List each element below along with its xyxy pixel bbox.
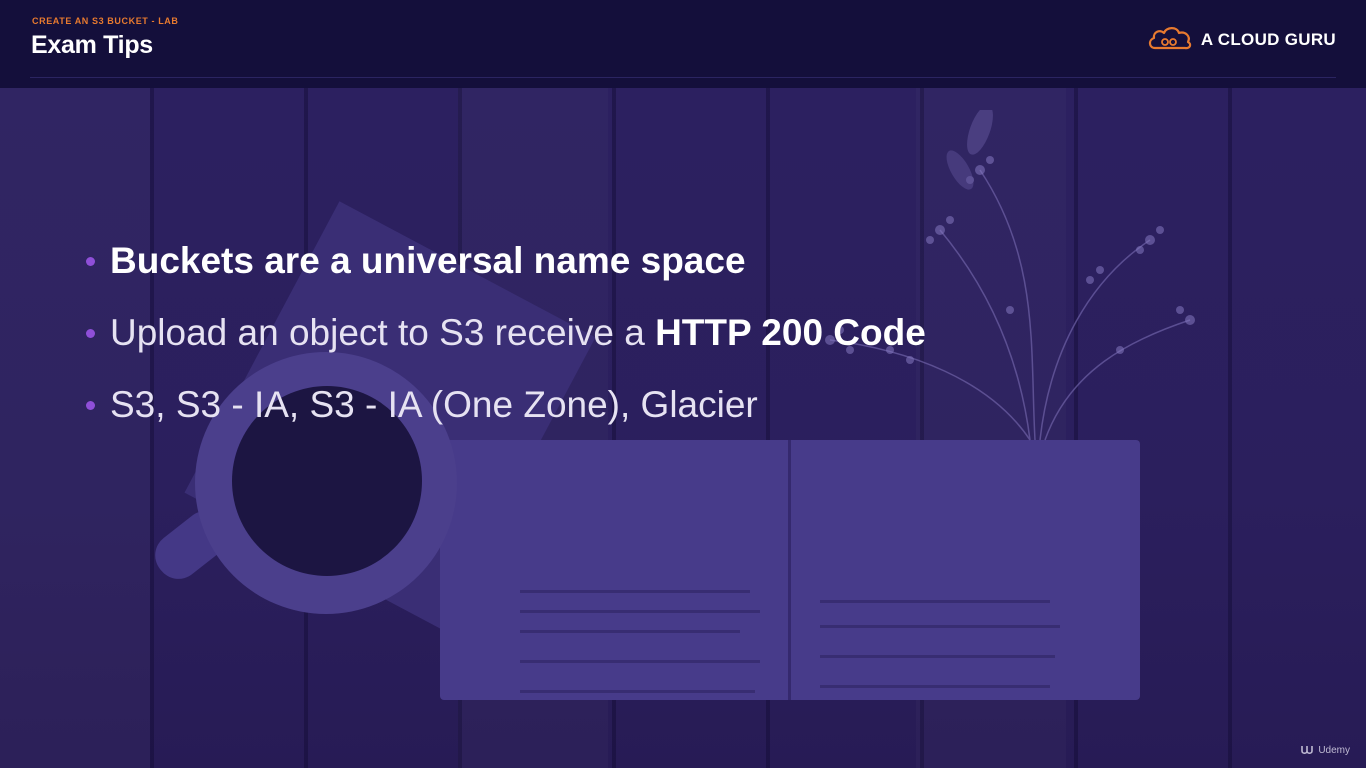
book-text-line: [520, 690, 755, 693]
book-text-line: [520, 660, 760, 663]
udemy-text: Udemy: [1318, 745, 1350, 756]
list-item: S3, S3 - IA, S3 - IA (One Zone), Glacier: [86, 380, 1086, 452]
udemy-watermark: Udemy: [1300, 743, 1350, 758]
list-item: Upload an object to S3 receive a HTTP 20…: [86, 308, 1086, 380]
logo-text: A CLOUD GURU: [1200, 30, 1336, 49]
book-text-line: [520, 610, 760, 613]
book-spine: [788, 440, 791, 700]
book-text-line: [520, 630, 740, 633]
bullet-bold-text: Buckets are a universal name space: [110, 240, 746, 281]
book-text-line: [520, 590, 750, 593]
exam-tips-list: Buckets are a universal name space Uploa…: [86, 236, 1086, 452]
slide-subtitle: CREATE AN S3 BUCKET - LAB: [32, 16, 179, 26]
book-text-line: [820, 685, 1050, 688]
book-text-line: [820, 625, 1060, 628]
book-text-line: [820, 655, 1055, 658]
slide-title: Exam Tips: [31, 31, 153, 59]
bullet-dot: [86, 401, 95, 410]
bullet-dot: [86, 257, 95, 266]
header-divider: [30, 77, 1336, 78]
bullet-bold-text: HTTP 200 Code: [655, 312, 926, 353]
list-item: Buckets are a universal name space: [86, 236, 1086, 308]
bullet-text: S3, S3 - IA, S3 - IA (One Zone), Glacier: [110, 384, 758, 425]
cloud-logo-icon: [1147, 25, 1193, 56]
book-text-line: [820, 600, 1050, 603]
bullet-text: Upload an object to S3 receive a: [110, 312, 656, 353]
a-cloud-guru-logo: A CLOUD GURU: [1147, 24, 1336, 56]
slide-header: CREATE AN S3 BUCKET - LAB Exam Tips A CL…: [0, 0, 1366, 88]
udemy-logo-icon: [1300, 743, 1314, 758]
bullet-dot: [86, 329, 95, 338]
